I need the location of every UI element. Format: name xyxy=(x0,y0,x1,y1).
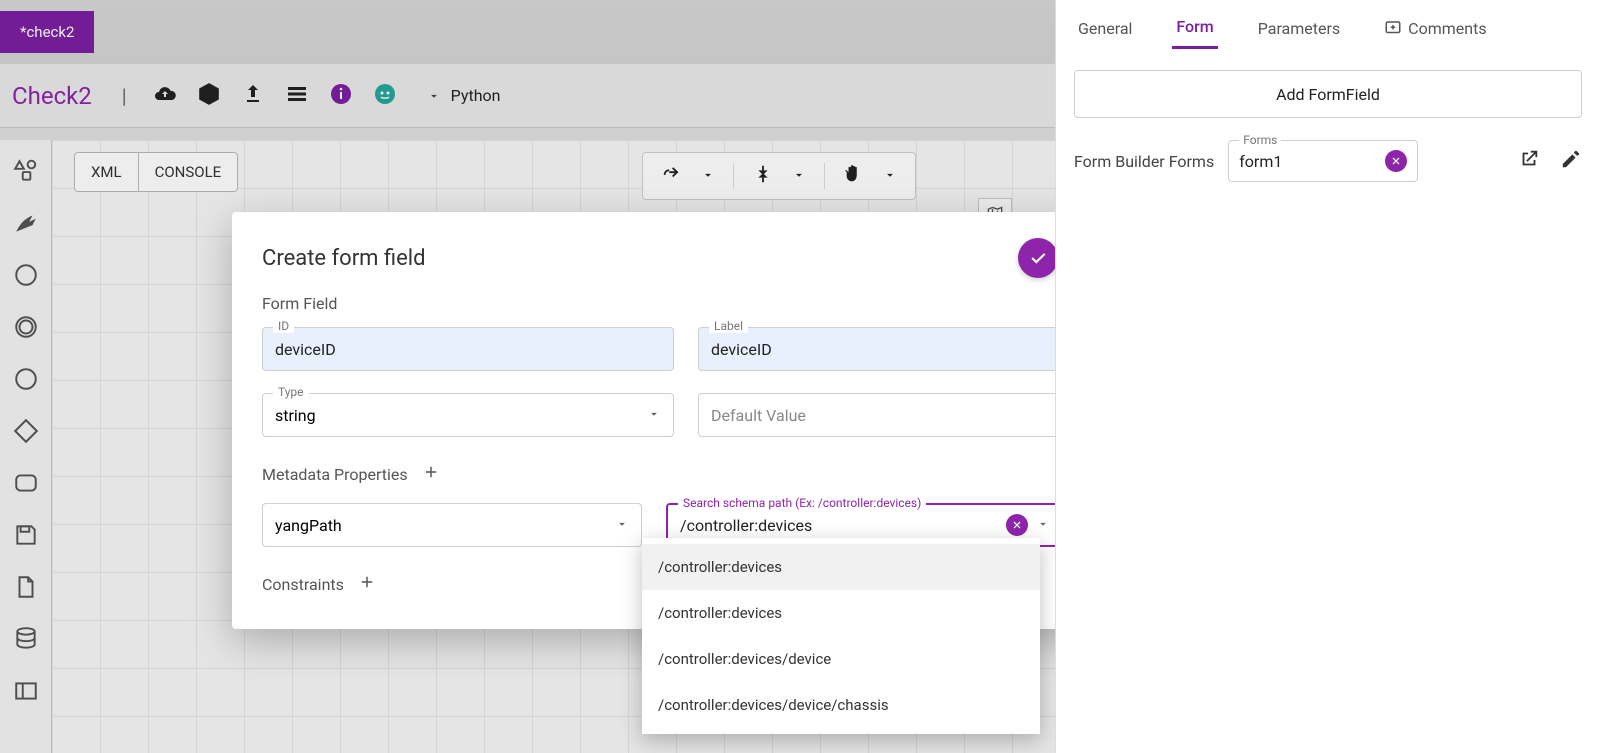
pan-caret-icon[interactable] xyxy=(883,167,897,186)
label-input[interactable] xyxy=(711,340,1097,359)
rounded-rect-icon[interactable] xyxy=(13,470,39,500)
label-float-label: Label xyxy=(709,319,748,333)
chevron-down-icon xyxy=(615,516,629,535)
metadata-properties-label: Metadata Properties xyxy=(262,465,408,484)
open-external-icon[interactable] xyxy=(1518,148,1540,174)
language-select[interactable]: Python xyxy=(427,86,501,105)
clear-schema-button[interactable] xyxy=(1006,514,1028,536)
align-caret-icon[interactable] xyxy=(792,167,806,186)
cloud-upload-icon[interactable] xyxy=(153,82,177,110)
id-input[interactable] xyxy=(275,340,661,359)
file-icon[interactable] xyxy=(13,574,39,604)
tab-comments[interactable]: Comments xyxy=(1380,11,1490,48)
chevron-down-icon xyxy=(647,406,661,425)
save-disk-icon[interactable] xyxy=(13,522,39,552)
cube-icon[interactable] xyxy=(197,82,221,110)
toolbar-sep-2 xyxy=(824,163,825,189)
redo-icon[interactable] xyxy=(661,163,683,189)
add-formfield-button[interactable]: Add FormField xyxy=(1074,70,1582,118)
toolbar-sep xyxy=(733,163,734,189)
type-select[interactable]: Type string xyxy=(262,393,674,437)
confirm-button[interactable] xyxy=(1018,238,1058,278)
header-divider: | xyxy=(122,84,127,108)
arrow-icon[interactable] xyxy=(13,210,39,240)
align-center-icon[interactable] xyxy=(752,163,774,189)
dropdown-option[interactable]: /controller:devices/device/chassis xyxy=(642,682,1040,728)
type-value: string xyxy=(275,406,316,425)
yangpath-value: yangPath xyxy=(275,516,342,535)
forms-field[interactable]: Forms form1 xyxy=(1228,140,1418,182)
pan-hand-icon[interactable] xyxy=(843,163,865,189)
forms-value: form1 xyxy=(1239,152,1282,171)
upload-icon[interactable] xyxy=(241,82,265,110)
constraints-label: Constraints xyxy=(262,575,344,594)
schema-path-input[interactable] xyxy=(680,516,998,535)
forms-float-label: Forms xyxy=(1239,133,1281,147)
database-icon[interactable] xyxy=(13,626,39,656)
agent-icon[interactable] xyxy=(373,82,397,110)
form-builder-label: Form Builder Forms xyxy=(1074,152,1214,171)
circle-bold-icon[interactable] xyxy=(13,366,39,396)
default-value-input[interactable] xyxy=(711,406,1097,425)
side-panel: General Form Parameters Comments Add For… xyxy=(1055,0,1600,753)
canvas-toolbar xyxy=(642,152,916,200)
view-tabs: XML CONSOLE xyxy=(74,152,238,192)
diamond-icon[interactable] xyxy=(13,418,39,448)
tab-form[interactable]: Form xyxy=(1172,9,1217,49)
language-label: Python xyxy=(451,86,501,105)
chevron-down-icon[interactable] xyxy=(1036,516,1050,535)
redo-caret-icon[interactable] xyxy=(701,167,715,186)
type-float-label: Type xyxy=(273,385,309,399)
label-field[interactable]: Label xyxy=(698,327,1110,371)
tool-rail xyxy=(0,140,52,753)
modal-title: Create form field xyxy=(262,246,426,271)
add-constraint-button[interactable] xyxy=(358,573,376,595)
view-tab-xml[interactable]: XML xyxy=(75,153,138,191)
circle-thin-icon[interactable] xyxy=(13,262,39,292)
dropdown-option[interactable]: /controller:devices xyxy=(642,590,1040,636)
add-comment-icon xyxy=(1384,19,1402,37)
dropdown-option[interactable]: /controller:devices xyxy=(642,544,1040,590)
dropdown-option[interactable]: /controller:devices/device xyxy=(642,636,1040,682)
edit-icon[interactable] xyxy=(1560,148,1582,174)
tab-general[interactable]: General xyxy=(1074,11,1136,48)
form-field-section-label: Form Field xyxy=(262,294,1110,313)
page-title: Check2 xyxy=(12,82,92,110)
tab-parameters[interactable]: Parameters xyxy=(1254,11,1344,48)
add-metadata-button[interactable] xyxy=(422,463,440,485)
tab-comments-label: Comments xyxy=(1408,19,1486,38)
id-field[interactable]: ID xyxy=(262,327,674,371)
shapes-icon[interactable] xyxy=(13,158,39,188)
default-value-field[interactable] xyxy=(698,393,1110,437)
circle-double-icon[interactable] xyxy=(13,314,39,344)
view-tab-console[interactable]: CONSOLE xyxy=(138,153,238,191)
file-tab[interactable]: *check2 xyxy=(0,11,94,53)
schema-float-label: Search schema path (Ex: /controller:devi… xyxy=(678,496,926,510)
side-panel-tabs: General Form Parameters Comments xyxy=(1074,8,1582,50)
yangpath-select[interactable]: yangPath xyxy=(262,503,642,547)
schema-path-dropdown: /controller:devices /controller:devices … xyxy=(642,538,1040,734)
info-icon[interactable] xyxy=(329,82,353,110)
id-float-label: ID xyxy=(273,319,294,333)
list-icon[interactable] xyxy=(285,82,309,110)
panel-icon[interactable] xyxy=(13,678,39,708)
clear-forms-button[interactable] xyxy=(1385,150,1407,172)
